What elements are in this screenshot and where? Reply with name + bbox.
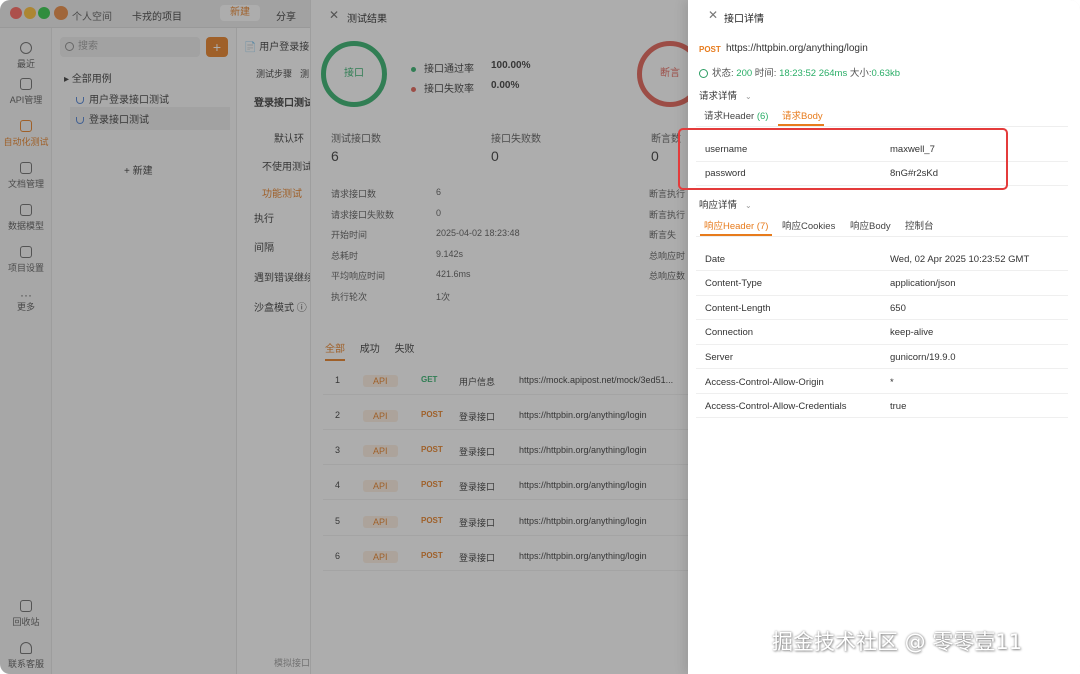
status-line: 状态: 200 时间: 18:23:52 264ms 大小:0.63kb bbox=[699, 65, 900, 79]
tab-response-cookies[interactable]: 响应Cookies bbox=[782, 218, 835, 232]
tab-console[interactable]: 控制台 bbox=[905, 218, 934, 232]
header-key: Connection bbox=[705, 327, 754, 338]
section-title: 响应详情 bbox=[699, 200, 738, 211]
close-icon[interactable]: ✕ bbox=[708, 8, 718, 22]
status-code: 200 bbox=[736, 68, 753, 79]
tab-count: (6) bbox=[756, 111, 769, 122]
header-key: Server bbox=[705, 352, 733, 363]
header-value: Wed, 02 Apr 2025 10:23:52 GMT bbox=[890, 254, 1030, 265]
header-row: Date Wed, 02 Apr 2025 10:23:52 GMT bbox=[696, 247, 1068, 271]
header-row: Access-Control-Allow-Origin * bbox=[696, 369, 1068, 394]
header-key: Date bbox=[705, 254, 726, 265]
duration-value: 264ms bbox=[818, 68, 848, 79]
divider bbox=[696, 236, 1068, 237]
status-label: 状态: bbox=[712, 68, 734, 79]
detail-title: 接口详情 bbox=[724, 14, 764, 25]
time-label: 时间: bbox=[754, 68, 777, 79]
app-window: 个人空间 卡戎的项目 新建 分享 最近 API管理 自动化测试 文档管理 数据模… bbox=[0, 0, 1080, 674]
divider bbox=[696, 126, 1068, 127]
tab-response-body[interactable]: 响应Body bbox=[850, 218, 891, 232]
header-row: Server gunicorn/19.9.0 bbox=[696, 345, 1068, 369]
header-key: Content-Length bbox=[705, 303, 771, 314]
method-badge: POST bbox=[699, 45, 721, 54]
tab-label: 请求Header bbox=[704, 111, 755, 122]
modal-backdrop[interactable] bbox=[0, 0, 688, 674]
api-detail-panel: ✕ 接口详情 POST https://httpbin.org/anything… bbox=[688, 0, 1080, 674]
chevron-down-icon: ⌄ bbox=[745, 92, 752, 101]
header-row: Connection keep-alive bbox=[696, 320, 1068, 345]
chevron-down-icon: ⌄ bbox=[745, 201, 752, 210]
response-section[interactable]: 响应详情 ⌄ bbox=[699, 197, 752, 211]
tab-request-header[interactable]: 请求Header (6) bbox=[704, 108, 768, 122]
request-section[interactable]: 请求详情 ⌄ bbox=[699, 88, 752, 102]
header-key: Content-Type bbox=[705, 278, 763, 289]
size-label: 大小: bbox=[849, 68, 872, 79]
header-value: application/json bbox=[890, 278, 956, 289]
header-value: gunicorn/19.9.0 bbox=[890, 352, 956, 363]
header-value: keep-alive bbox=[890, 327, 934, 338]
header-value: 650 bbox=[890, 303, 906, 314]
time-value: 18:23:52 bbox=[779, 68, 817, 79]
highlight-box bbox=[678, 128, 1008, 190]
header-value: true bbox=[890, 401, 907, 412]
header-key: Access-Control-Allow-Origin bbox=[705, 377, 824, 388]
tab-request-body[interactable]: 请求Body bbox=[782, 108, 823, 122]
globe-icon bbox=[699, 68, 708, 78]
tab-response-header[interactable]: 响应Header (7) bbox=[704, 218, 768, 232]
request-url: https://httpbin.org/anything/login bbox=[726, 43, 868, 54]
size-value: 0.63kb bbox=[871, 68, 901, 79]
watermark: 掘金技术社区 @ 零零壹11 bbox=[772, 630, 1023, 654]
header-row: Access-Control-Allow-Credentials true bbox=[696, 394, 1068, 418]
section-title: 请求详情 bbox=[699, 91, 738, 102]
header-key: Access-Control-Allow-Credentials bbox=[705, 401, 847, 412]
header-value: * bbox=[890, 377, 894, 388]
header-row: Content-Type application/json bbox=[696, 271, 1068, 296]
header-row: Content-Length 650 bbox=[696, 296, 1068, 320]
